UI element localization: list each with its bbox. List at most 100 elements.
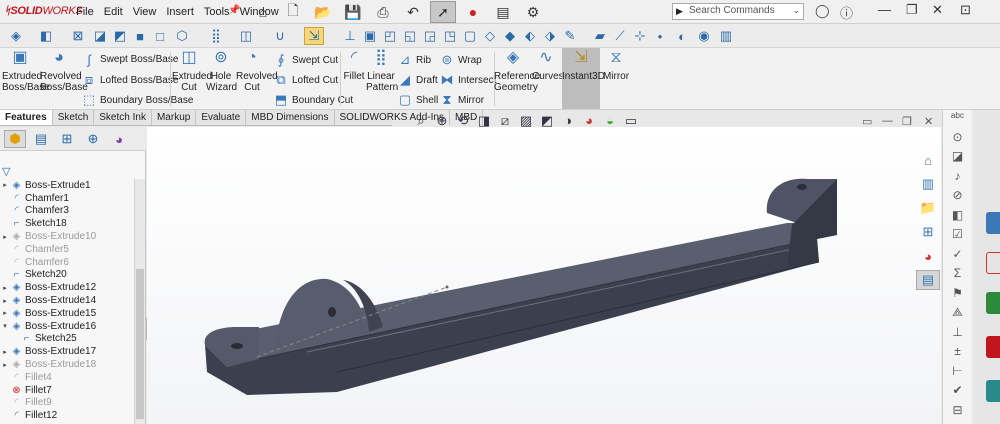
tab-sketch-ink[interactable]: Sketch Ink: [94, 110, 152, 125]
tree-item[interactable]: ◜ Fillet4: [0, 371, 134, 384]
sum-icon[interactable]: Σ: [943, 266, 972, 286]
instant3d-toggle-icon[interactable]: ⇲: [304, 27, 324, 45]
help-icon[interactable]: ⓘ: [840, 3, 853, 22]
tree-item[interactable]: ▸ ◈ Boss-Extrude12: [0, 281, 134, 294]
mirror-button[interactable]: ⧖ Mirror: [602, 50, 630, 83]
chevron-right-icon[interactable]: ▸: [0, 361, 10, 369]
tree-item[interactable]: ▸ ◈ Boss-Extrude18: [0, 358, 134, 371]
traffic-light-icon[interactable]: ●: [460, 1, 486, 23]
file-properties-icon[interactable]: ▤: [490, 1, 516, 23]
mate-icon[interactable]: ◫: [236, 27, 256, 45]
tree-item[interactable]: ◜ Fillet12: [0, 409, 134, 422]
normal-to-icon[interactable]: ⬗: [540, 27, 560, 45]
edit-appearance-icon[interactable]: ◕: [580, 113, 598, 129]
plane-icon[interactable]: ▰: [590, 27, 610, 45]
wrap-button[interactable]: ⊜ Wrap: [440, 52, 482, 68]
ruler-icon[interactable]: ⊢: [943, 364, 972, 384]
bottom-view-icon[interactable]: ◳: [440, 27, 460, 45]
desktop-app-icon[interactable]: [986, 212, 1000, 234]
solidworks-taskbar-icon[interactable]: [986, 336, 1000, 358]
graphics-area[interactable]: [147, 127, 941, 424]
dynamic-annotation-icon[interactable]: ⧄: [496, 113, 514, 129]
intersect-button[interactable]: ⧓ Intersect: [440, 72, 497, 88]
browser-icon[interactable]: [986, 252, 1000, 274]
live-section-icon[interactable]: ▥: [716, 27, 736, 45]
boundary-boss-button[interactable]: ⬚ Boundary Boss/Base: [82, 92, 194, 108]
boundary-cut-button[interactable]: ⬒ Boundary Cut: [274, 92, 353, 108]
tree-scrollbar[interactable]: [134, 179, 145, 424]
center-of-mass-icon[interactable]: ◉: [694, 27, 714, 45]
tree-item[interactable]: ◜ Chamfer1: [0, 192, 134, 205]
tab-sketch[interactable]: Sketch: [53, 110, 95, 125]
tree-item[interactable]: ◜ Fillet9: [0, 397, 134, 410]
mirror-small-button[interactable]: ⧗ Mirror: [440, 92, 484, 108]
lofted-cut-button[interactable]: ⧉ Lofted Cut: [274, 72, 338, 88]
dimxpert-icon[interactable]: ⊕: [82, 130, 104, 148]
right-view-icon[interactable]: ◱: [400, 27, 420, 45]
shaded-edges-icon[interactable]: ■: [130, 27, 150, 45]
menu-file[interactable]: File: [76, 6, 94, 18]
left-view-icon[interactable]: ◲: [420, 27, 440, 45]
menu-view[interactable]: View: [133, 6, 157, 18]
top-view-icon[interactable]: ▣: [360, 27, 380, 45]
dimetric-view-icon[interactable]: ◆: [500, 27, 520, 45]
hide-show-icon[interactable]: ◑: [559, 113, 577, 129]
align-icon[interactable]: ⊥: [943, 325, 972, 345]
scrollbar-thumb[interactable]: [136, 269, 144, 419]
options-gear-icon[interactable]: ⚙: [520, 1, 546, 23]
magnifier-icon[interactable]: ⊙: [943, 130, 972, 150]
select-arrow-icon[interactable]: ➚: [430, 1, 456, 23]
tree-item[interactable]: ◜ Chamfer6: [0, 256, 134, 269]
restore-icon[interactable]: ❐: [906, 2, 918, 18]
hidden-lines-icon[interactable]: □: [150, 27, 170, 45]
new-document-icon[interactable]: 🗋: [280, 1, 306, 23]
desktop-app-icon[interactable]: [986, 292, 1000, 314]
custom-properties-icon[interactable]: ▤: [916, 270, 940, 290]
close-icon[interactable]: ✕: [932, 2, 943, 18]
linear-pattern-button[interactable]: ⣿ Linear Pattern: [366, 50, 398, 94]
home-icon[interactable]: ⌂: [250, 1, 276, 23]
pin-down-icon[interactable]: ⊥: [340, 27, 360, 45]
desktop-app-icon[interactable]: [986, 380, 1000, 402]
note-icon[interactable]: ♪: [943, 169, 972, 189]
view-settings-icon[interactable]: ▭: [622, 113, 640, 129]
view-palette-icon[interactable]: ⊞: [916, 222, 940, 242]
view-orientation-icon[interactable]: ▨: [517, 113, 535, 129]
tab-evaluate[interactable]: Evaluate: [196, 110, 247, 125]
appearance-icon[interactable]: ⬡: [172, 27, 192, 45]
tab-markup[interactable]: Markup: [152, 110, 197, 125]
menu-insert[interactable]: Insert: [166, 6, 194, 18]
extruded-cut-button[interactable]: ◫ Extruded Cut: [172, 50, 212, 94]
previous-view-icon[interactable]: ⟲: [454, 113, 472, 129]
section-view-icon[interactable]: ⊠: [68, 27, 88, 45]
tree-item[interactable]: ▸ ◈ Boss-Extrude15: [0, 307, 134, 320]
viewport-split-icon[interactable]: ▭: [862, 115, 872, 128]
chevron-right-icon[interactable]: ▸: [0, 297, 10, 305]
chevron-right-icon[interactable]: ▸: [0, 284, 10, 292]
check-icon[interactable]: ☑: [943, 227, 972, 247]
axis-icon[interactable]: ⟋: [610, 27, 630, 45]
pencil-icon[interactable]: ✎: [560, 27, 580, 45]
display-style-icon[interactable]: ◧: [36, 27, 56, 45]
shell-button[interactable]: ▢ Shell: [398, 92, 438, 108]
property-manager-icon[interactable]: ▤: [30, 130, 52, 148]
orientation-icon[interactable]: ◈: [6, 27, 26, 45]
tree-item[interactable]: ⊗ Fillet7: [0, 384, 134, 397]
display-style-icon[interactable]: ◩: [538, 113, 556, 129]
spelling-icon[interactable]: ᵃᵇᶜ: [943, 110, 972, 130]
draft-button[interactable]: ◢ Draft: [398, 72, 438, 88]
zoom-to-fit-icon[interactable]: ⌕: [412, 113, 430, 129]
view-cube-icon[interactable]: ◪: [90, 27, 110, 45]
check-cross-icon[interactable]: ✔: [943, 383, 972, 403]
fillet-button[interactable]: ◜ Fillet: [342, 50, 366, 83]
chevron-right-icon[interactable]: ▸: [0, 309, 10, 317]
layout-icon[interactable]: ⊟: [943, 403, 972, 423]
curve-icon[interactable]: ∪: [270, 27, 290, 45]
reference-geometry-button[interactable]: ◈ Reference Geometry: [494, 50, 540, 94]
measure-icon[interactable]: ⊘: [943, 188, 972, 208]
pin-panel-icon[interactable]: ⊡: [960, 2, 971, 18]
filter-icon[interactable]: ▽: [2, 165, 10, 178]
swept-cut-button[interactable]: ∮ Swept Cut: [274, 52, 339, 68]
file-explorer-icon[interactable]: 📁: [916, 198, 940, 218]
viewport-restore-icon[interactable]: ❐: [902, 115, 912, 128]
